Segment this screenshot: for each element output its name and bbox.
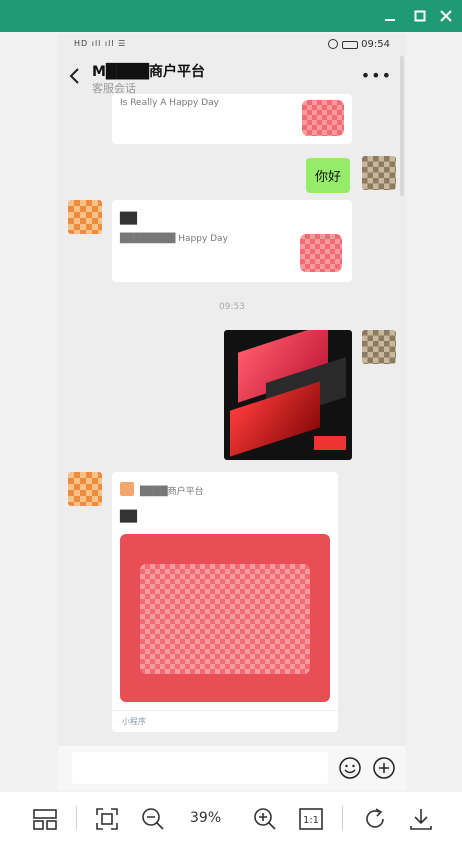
viewer-toolbar: 39% 1:1 (0, 792, 462, 846)
sent-image-message[interactable] (224, 330, 352, 460)
message-card[interactable]: ██ ████████ Happy Day (112, 200, 352, 282)
actual-size-icon[interactable]: 1:1 (298, 806, 324, 832)
phone-status-bar: HD ıll ıll ☰ 09:54 (58, 34, 406, 56)
mini-program-card[interactable]: ████商户平台 ██ 小程序 (112, 472, 338, 732)
zoom-in-icon[interactable] (252, 806, 278, 832)
price-tag (314, 436, 346, 450)
card-text: Is Really A Happy Day (120, 98, 219, 108)
emoji-icon[interactable] (338, 756, 362, 780)
card-thumbnail (302, 100, 344, 136)
card-text: ████████ Happy Day (120, 234, 228, 244)
rotate-icon[interactable] (362, 806, 388, 832)
chat-input-bar (58, 746, 406, 790)
merchant-avatar[interactable] (68, 472, 102, 506)
download-icon[interactable] (408, 806, 434, 832)
close-icon[interactable] (436, 6, 456, 26)
message-card[interactable]: Is Really A Happy Day (112, 94, 352, 144)
minimize-icon[interactable] (380, 6, 400, 26)
toolbar-separator (342, 806, 343, 830)
status-time: 09:54 (361, 39, 390, 50)
screenshot-image: HD ıll ıll ☰ 09:54 M████商户平台 客服会话 ••• Is… (58, 34, 406, 790)
mini-program-logo (120, 482, 134, 496)
alarm-icon (328, 39, 338, 49)
more-icon[interactable]: ••• (361, 66, 392, 85)
mini-program-cover (120, 534, 330, 702)
mini-program-source: ████商户平台 (140, 487, 204, 497)
zoom-out-icon[interactable] (140, 806, 166, 832)
thumbnail-icon[interactable] (32, 806, 58, 832)
svg-text:1:1: 1:1 (303, 815, 319, 826)
chat-title: M████商户平台 (92, 64, 205, 80)
user-avatar[interactable] (362, 156, 396, 190)
card-divider (112, 710, 338, 711)
scrollbar[interactable] (400, 56, 404, 196)
user-avatar[interactable] (362, 330, 396, 364)
mini-program-title: ██ (120, 510, 137, 523)
zoom-level: 39% (190, 810, 222, 826)
maximize-icon[interactable] (410, 6, 430, 26)
timestamp: 09:53 (219, 302, 245, 312)
signal-indicators: HD ıll ıll ☰ (74, 39, 127, 48)
mini-program-footer: 小程序 (122, 717, 146, 726)
sent-message-bubble[interactable]: 你好 (306, 158, 351, 193)
cover-pattern (140, 564, 310, 674)
fit-icon[interactable] (94, 806, 120, 832)
card-thumbnail (300, 234, 342, 272)
title-bar (0, 0, 462, 32)
toolbar-separator (76, 806, 77, 830)
message-input[interactable] (72, 752, 328, 784)
app-window: HD ıll ıll ☰ 09:54 M████商户平台 客服会话 ••• Is… (0, 0, 462, 846)
battery-icon (342, 41, 358, 49)
add-icon[interactable] (372, 756, 396, 780)
card-title: ██ (120, 212, 137, 225)
merchant-avatar[interactable] (68, 200, 102, 234)
back-icon[interactable] (66, 66, 82, 86)
